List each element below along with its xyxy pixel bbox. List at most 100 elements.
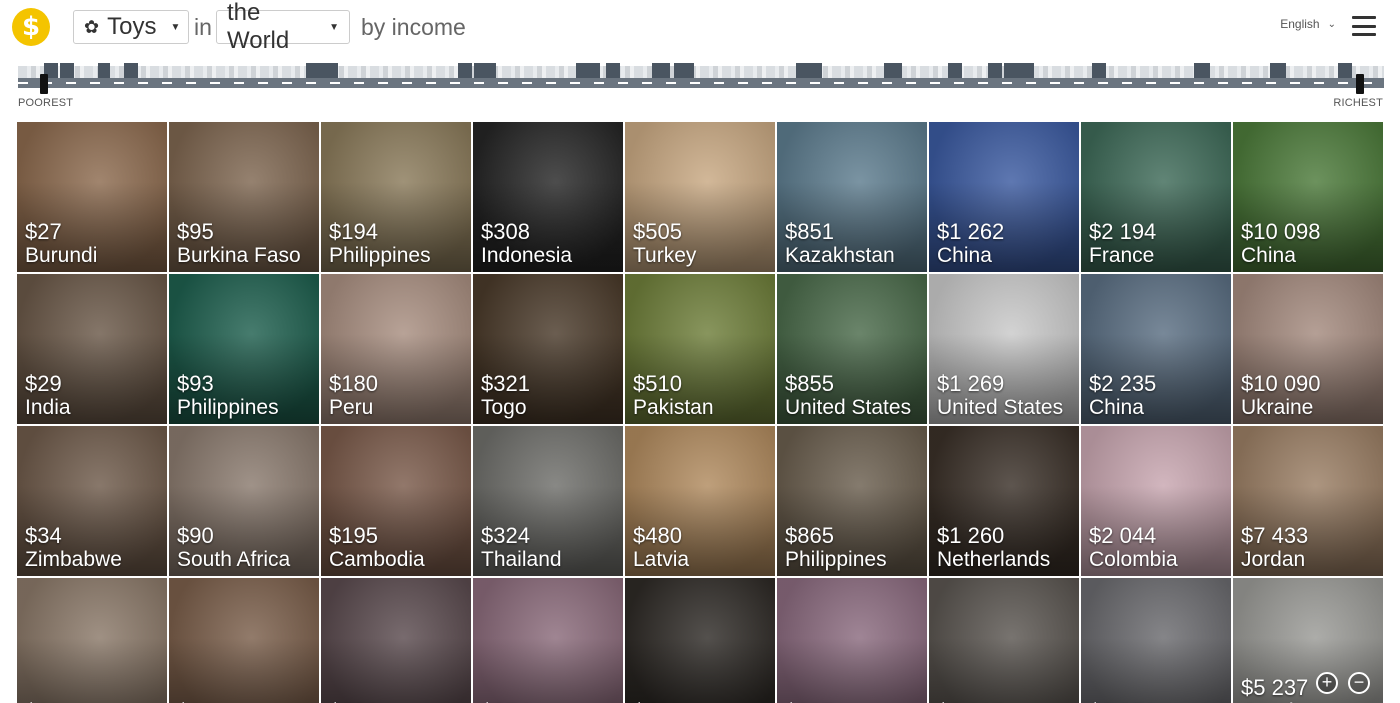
menu-bar <box>1352 24 1376 28</box>
photo-tile[interactable]: $39 <box>17 578 167 703</box>
toy-icon: ✿ <box>84 16 100 37</box>
photo-tile[interactable]: $10 090 Ukraine <box>1233 274 1383 424</box>
tile-country: Jordan <box>1241 548 1306 571</box>
photo-tile[interactable]: $201 <box>321 578 471 703</box>
house-marker <box>674 63 694 78</box>
photo-tile[interactable]: $29 India <box>17 274 167 424</box>
tile-caption: $5 237Czech <box>1241 676 1308 703</box>
photo-tile[interactable]: $10 098 China <box>1233 122 1383 272</box>
photo-tile[interactable]: $510 Pakistan <box>625 274 775 424</box>
tile-country: Ukraine <box>1241 396 1314 419</box>
tile-caption: $195 Cambodia <box>329 524 425 572</box>
tile-income: $7 433 <box>1241 523 1309 548</box>
photo-tile[interactable]: $7 433 Jordan <box>1233 426 1383 576</box>
tile-country: Peru <box>329 396 374 419</box>
photo-tile[interactable]: $98 <box>169 578 319 703</box>
zoom-in-button[interactable]: + <box>1316 672 1338 694</box>
tile-income: $95 <box>177 219 214 244</box>
tile-caption: $29 India <box>25 372 71 420</box>
tile-income: $10 098 <box>1241 219 1321 244</box>
photo-tile[interactable]: $1 262 China <box>929 122 1079 272</box>
tile-country: Cambodia <box>329 548 425 571</box>
tile-shade <box>169 638 319 703</box>
photo-tile[interactable]: $1 260 Netherlands <box>929 426 1079 576</box>
tile-country: India <box>25 396 71 419</box>
street-road-markings <box>18 82 1384 84</box>
tile-income: $2 194 <box>1089 219 1157 244</box>
photo-tile[interactable]: $354 <box>473 578 623 703</box>
tile-income: $855 <box>785 371 834 396</box>
tile-country: Philippines <box>177 396 279 419</box>
photo-tile[interactable]: $93 Philippines <box>169 274 319 424</box>
photo-tile[interactable]: $27 Burundi <box>17 122 167 272</box>
tile-caption: $505 Turkey <box>633 220 696 268</box>
hamburger-menu-icon[interactable] <box>1352 16 1376 36</box>
photo-tile[interactable]: $321 Togo <box>473 274 623 424</box>
tile-country: Philippines <box>329 244 431 267</box>
photo-tile[interactable]: $1 295 <box>929 578 1079 703</box>
photo-tile[interactable]: $2 370 <box>1081 578 1231 703</box>
photo-tile[interactable]: $505 Turkey <box>625 122 775 272</box>
tile-country: Burundi <box>25 244 98 267</box>
tile-caption: $27 Burundi <box>25 220 97 268</box>
tile-income: $194 <box>329 219 378 244</box>
photo-tile[interactable]: $324 Thailand <box>473 426 623 576</box>
photo-tile[interactable]: $855 United States <box>777 274 927 424</box>
photo-tile[interactable]: $480 Latvia <box>625 426 775 576</box>
tile-income: $10 090 <box>1241 371 1321 396</box>
photo-tile[interactable]: $195 Cambodia <box>321 426 471 576</box>
photo-tile[interactable]: $95 Burkina Faso <box>169 122 319 272</box>
photo-tile[interactable]: $2 235 China <box>1081 274 1231 424</box>
tile-income: $308 <box>481 219 530 244</box>
slider-handle-richest[interactable] <box>1356 74 1364 94</box>
tile-country: Indonesia <box>481 244 573 267</box>
tile-country: Latvia <box>633 548 690 571</box>
tile-country: Netherlands <box>937 548 1051 571</box>
tile-country: Pakistan <box>633 396 714 419</box>
photo-tile[interactable]: $2 194 France <box>1081 122 1231 272</box>
slider-handle-poorest[interactable] <box>40 74 48 94</box>
tile-country: Colombia <box>1089 548 1178 571</box>
photo-tile[interactable]: $34 Zimbabwe <box>17 426 167 576</box>
tile-country: South Africa <box>177 548 291 571</box>
tile-country: United States <box>937 396 1064 419</box>
photo-tile[interactable]: $194 Philippines <box>321 122 471 272</box>
house-marker <box>884 63 902 78</box>
house-marker <box>652 63 670 78</box>
tile-caption: $851 Kazakhstan <box>785 220 895 268</box>
tile-caption: $324 Thailand <box>481 524 562 572</box>
by-income-label: by income <box>361 14 466 40</box>
income-street-slider[interactable] <box>18 58 1384 94</box>
house-marker <box>98 63 110 78</box>
photo-tile[interactable]: $2 044 Colombia <box>1081 426 1231 576</box>
tile-caption: $180 Peru <box>329 372 378 420</box>
photo-tile[interactable]: $90 South Africa <box>169 426 319 576</box>
dollar-street-logo[interactable]: $ <box>12 8 50 46</box>
tile-country: Philippines <box>785 548 887 571</box>
tile-caption: $7 433 Jordan <box>1241 524 1308 572</box>
photo-tile[interactable]: $851 Kazakhstan <box>777 122 927 272</box>
house-marker <box>306 63 338 78</box>
photo-tile[interactable]: $865 Philippines <box>777 426 927 576</box>
photo-tile[interactable]: $897 <box>777 578 927 703</box>
chevron-down-icon: ⌄ <box>1327 18 1336 30</box>
tile-caption: $1 269 United States <box>937 372 1063 420</box>
tile-income: $865 <box>785 523 834 548</box>
tile-caption: $2 235 China <box>1089 372 1156 420</box>
menu-bar <box>1352 33 1376 36</box>
thing-filter-dropdown[interactable]: ✿ Toys ▼ <box>73 10 189 44</box>
place-filter-dropdown[interactable]: the World ▼ <box>216 0 350 54</box>
language-selector[interactable]: English ⌄ <box>1280 17 1336 31</box>
photo-tile[interactable]: $466 <box>625 578 775 703</box>
tile-income: $195 <box>329 523 378 548</box>
in-label: in <box>194 14 212 40</box>
tile-caption: $1 260 Netherlands <box>937 524 1050 572</box>
house-marker <box>948 63 962 78</box>
photo-tile[interactable]: $180 Peru <box>321 274 471 424</box>
richest-label: RICHEST <box>1333 97 1383 109</box>
photo-tile[interactable]: $308 Indonesia <box>473 122 623 272</box>
photo-tile[interactable]: $1 269 United States <box>929 274 1079 424</box>
house-marker <box>606 63 620 78</box>
zoom-out-button[interactable]: − <box>1348 672 1370 694</box>
tile-caption: $510 Pakistan <box>633 372 714 420</box>
